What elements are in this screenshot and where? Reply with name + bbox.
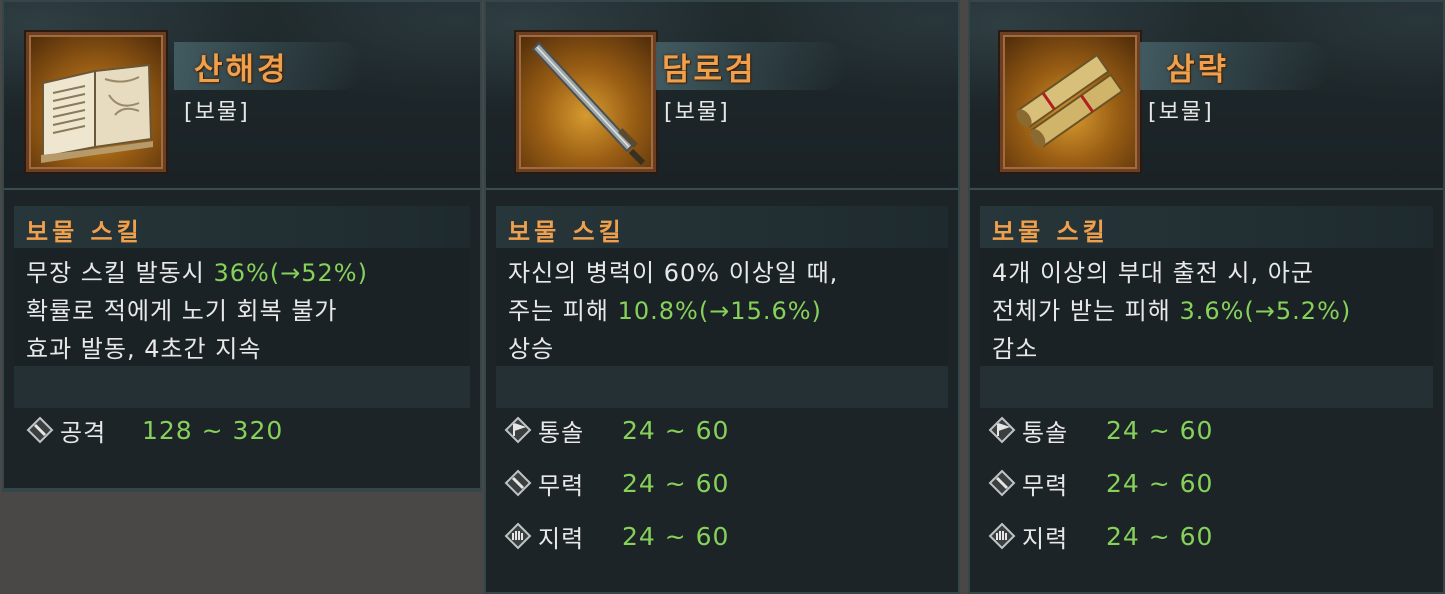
sword-icon (516, 32, 656, 172)
hand-stat-icon (988, 522, 1016, 550)
stat-row: 무력 24 ~ 60 (988, 463, 1213, 503)
stat-row: 지력 24 ~ 60 (988, 516, 1213, 556)
skill-section: 보물 스킬 4개 이상의 부대 출전 시, 아군 전체가 받는 피해 3.6%(… (980, 206, 1433, 408)
item-name: 삼략 (1166, 52, 1230, 88)
flag-stat-icon (988, 416, 1016, 444)
desc-text: 감소 (992, 335, 1039, 363)
skill-footer-band (496, 366, 948, 408)
desc-text: 자신의 병력이 60% 이상일 때, (508, 259, 839, 287)
item-category: [보물] (1148, 100, 1214, 125)
sword-stat-icon (26, 416, 54, 444)
sword-stat-icon (504, 469, 532, 497)
skill-description: 자신의 병력이 60% 이상일 때, 주는 피해 10.8%(→15.6%) 상… (508, 254, 948, 368)
stat-label: 공격 (60, 418, 107, 447)
desc-text: 주는 피해 (508, 297, 618, 325)
skill-section: 보물 스킬 자신의 병력이 60% 이상일 때, 주는 피해 10.8%(→15… (496, 206, 948, 408)
desc-text: 확률로 적에게 노기 회복 불가 (26, 297, 338, 325)
stat-value: 24 ~ 60 (1106, 415, 1214, 445)
stat-value: 128 ~ 320 (142, 415, 284, 445)
skill-title: 보물 스킬 (508, 218, 625, 246)
divider (4, 488, 480, 490)
item-category: [보물] (664, 100, 730, 125)
desc-value: 10.8%(→15.6%) (617, 297, 822, 325)
sword-stat-icon (988, 469, 1016, 497)
stat-value: 24 ~ 60 (622, 468, 730, 498)
stat-row: 통솔 24 ~ 60 (504, 410, 729, 450)
stat-value: 24 ~ 60 (622, 521, 730, 551)
item-name: 담로검 (662, 52, 757, 88)
skill-title: 보물 스킬 (26, 218, 143, 246)
stat-row: 공격 128 ~ 320 (26, 410, 283, 450)
stat-value: 24 ~ 60 (1106, 521, 1214, 551)
skill-description: 4개 이상의 부대 출전 시, 아군 전체가 받는 피해 3.6%(→5.2%)… (992, 254, 1432, 368)
skill-footer-band (14, 366, 470, 408)
treasure-card-damrogeom: 담로검 [보물] 보물 스킬 자신의 병력이 60% 이상일 때, 주는 피해 … (484, 0, 960, 594)
stat-value: 24 ~ 60 (1106, 468, 1214, 498)
stat-label: 지력 (538, 524, 585, 553)
scroll-icon (1000, 32, 1140, 172)
desc-text: 상승 (508, 335, 555, 363)
stat-label: 무력 (538, 471, 585, 500)
hand-stat-icon (504, 522, 532, 550)
desc-text: 전체가 받는 피해 (992, 297, 1180, 325)
stat-label: 무력 (1022, 471, 1069, 500)
stat-row: 무력 24 ~ 60 (504, 463, 729, 503)
skill-footer-band (980, 366, 1433, 408)
stat-row: 통솔 24 ~ 60 (988, 410, 1213, 450)
desc-text: 효과 발동, 4초간 지속 (26, 335, 262, 363)
stat-label: 통솔 (1022, 418, 1069, 447)
skill-description: 무장 스킬 발동시 36%(→52%) 확률로 적에게 노기 회복 불가 효과 … (26, 254, 466, 368)
stat-label: 통솔 (538, 418, 585, 447)
flag-stat-icon (504, 416, 532, 444)
skill-section: 보물 스킬 무장 스킬 발동시 36%(→52%) 확률로 적에게 노기 회복 … (14, 206, 470, 408)
treasure-card-sanhaegyeong: 산해경 [보물] 보물 스킬 무장 스킬 발동시 36%(→52%) 확률로 적… (2, 0, 482, 492)
item-name: 산해경 (194, 52, 289, 88)
desc-value: 36%(→52%) (213, 259, 368, 287)
divider (4, 188, 480, 190)
treasure-card-samryak: 삼략 [보물] 보물 스킬 4개 이상의 부대 출전 시, 아군 전체가 받는 … (968, 0, 1445, 594)
stat-label: 지력 (1022, 524, 1069, 553)
stat-value: 24 ~ 60 (622, 415, 730, 445)
skill-title: 보물 스킬 (992, 218, 1109, 246)
desc-text: 무장 스킬 발동시 (26, 259, 214, 287)
desc-text: 4개 이상의 부대 출전 시, 아군 (992, 259, 1314, 287)
item-category: [보물] (184, 100, 250, 125)
divider (486, 188, 958, 190)
stat-row: 지력 24 ~ 60 (504, 516, 729, 556)
desc-value: 3.6%(→5.2%) (1179, 297, 1352, 325)
book-icon (26, 32, 166, 172)
divider (970, 188, 1443, 190)
